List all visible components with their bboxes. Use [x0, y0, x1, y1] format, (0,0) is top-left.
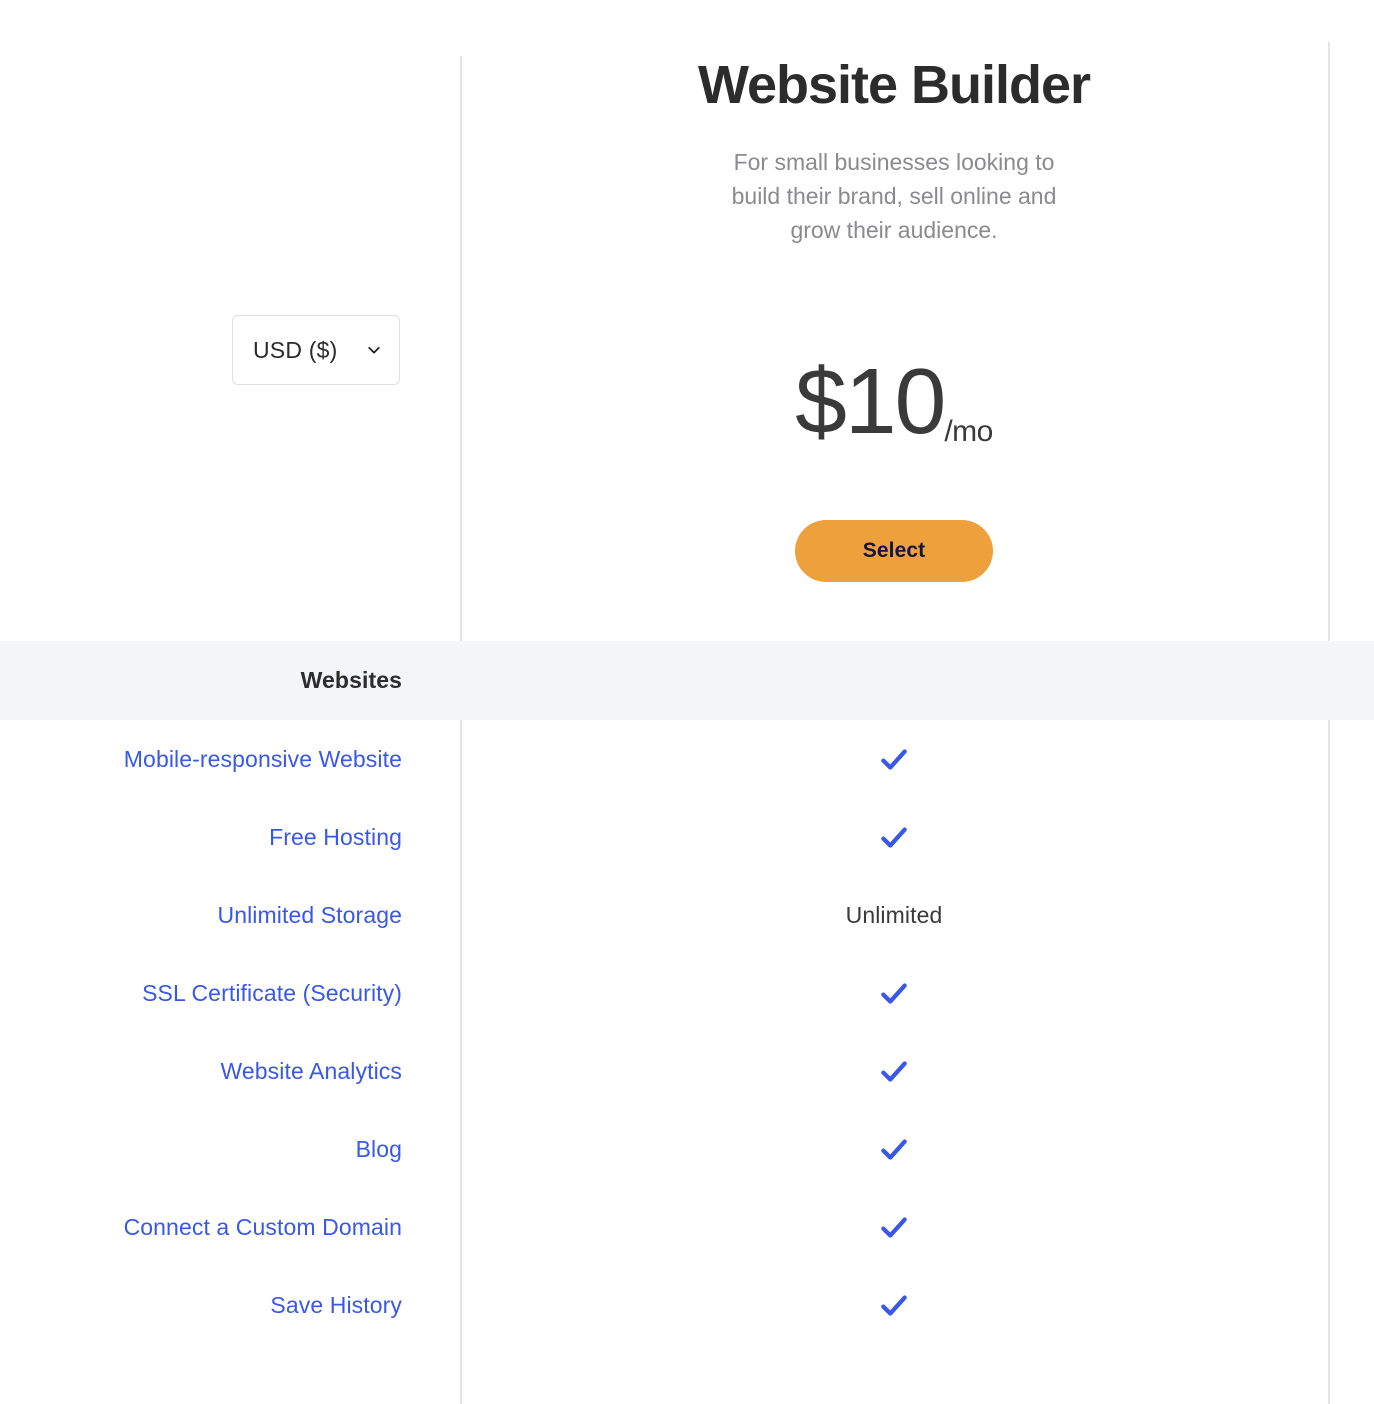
- feature-name-link[interactable]: Unlimited Storage: [0, 902, 460, 929]
- table-row: Connect a Custom Domain: [0, 1188, 1374, 1266]
- price-block: $10/mo: [460, 355, 1328, 449]
- feature-name-link[interactable]: Connect a Custom Domain: [0, 1214, 460, 1241]
- price-amount: $10: [795, 349, 946, 453]
- plan-column: Website Builder For small businesses loo…: [460, 0, 1328, 641]
- table-row: Website Analytics: [0, 1032, 1374, 1110]
- feature-name-link[interactable]: Blog: [0, 1136, 460, 1163]
- feature-value-check: [460, 743, 1328, 775]
- table-row: Free Hosting: [0, 798, 1374, 876]
- section-header-row: Websites: [0, 641, 1374, 720]
- plan-header-area: USD ($) Website Builder For small busine…: [0, 0, 1374, 641]
- check-icon: [878, 743, 910, 775]
- feature-value-check: [460, 1133, 1328, 1165]
- check-icon: [878, 1133, 910, 1165]
- currency-select[interactable]: USD ($): [232, 315, 400, 385]
- table-row: Unlimited Storage Unlimited: [0, 876, 1374, 954]
- table-row: Mobile-responsive Website: [0, 720, 1374, 798]
- table-row: Blog: [0, 1110, 1374, 1188]
- feature-name-link[interactable]: Free Hosting: [0, 824, 460, 851]
- plan-description: For small businesses looking to build th…: [731, 149, 1057, 244]
- feature-value-check: [460, 1211, 1328, 1243]
- select-button[interactable]: Select: [795, 520, 993, 582]
- chevron-down-icon: [367, 343, 381, 357]
- labels-column: USD ($): [0, 0, 460, 641]
- check-icon: [878, 1289, 910, 1321]
- check-icon: [878, 977, 910, 1009]
- feature-name-link[interactable]: Website Analytics: [0, 1058, 460, 1085]
- feature-value-check: [460, 977, 1328, 1009]
- page-title: Website Builder: [697, 55, 1091, 115]
- feature-value-check: [460, 1289, 1328, 1321]
- feature-name-link[interactable]: Mobile-responsive Website: [0, 746, 460, 773]
- feature-value-text: Unlimited: [845, 901, 943, 928]
- section-title: Websites: [300, 667, 402, 693]
- table-row: Save History: [0, 1266, 1374, 1344]
- currency-select-value: USD ($): [253, 336, 338, 363]
- check-icon: [878, 821, 910, 853]
- feature-value-check: [460, 821, 1328, 853]
- check-icon: [878, 1211, 910, 1243]
- table-row: SSL Certificate (Security): [0, 954, 1374, 1032]
- feature-table: Mobile-responsive Website Free Hosting Unl…: [0, 720, 1374, 1344]
- check-icon: [878, 1055, 910, 1087]
- price-period: /mo: [944, 415, 993, 448]
- feature-name-link[interactable]: Save History: [0, 1292, 460, 1319]
- feature-name-link[interactable]: SSL Certificate (Security): [0, 980, 460, 1007]
- feature-value-check: [460, 1055, 1328, 1087]
